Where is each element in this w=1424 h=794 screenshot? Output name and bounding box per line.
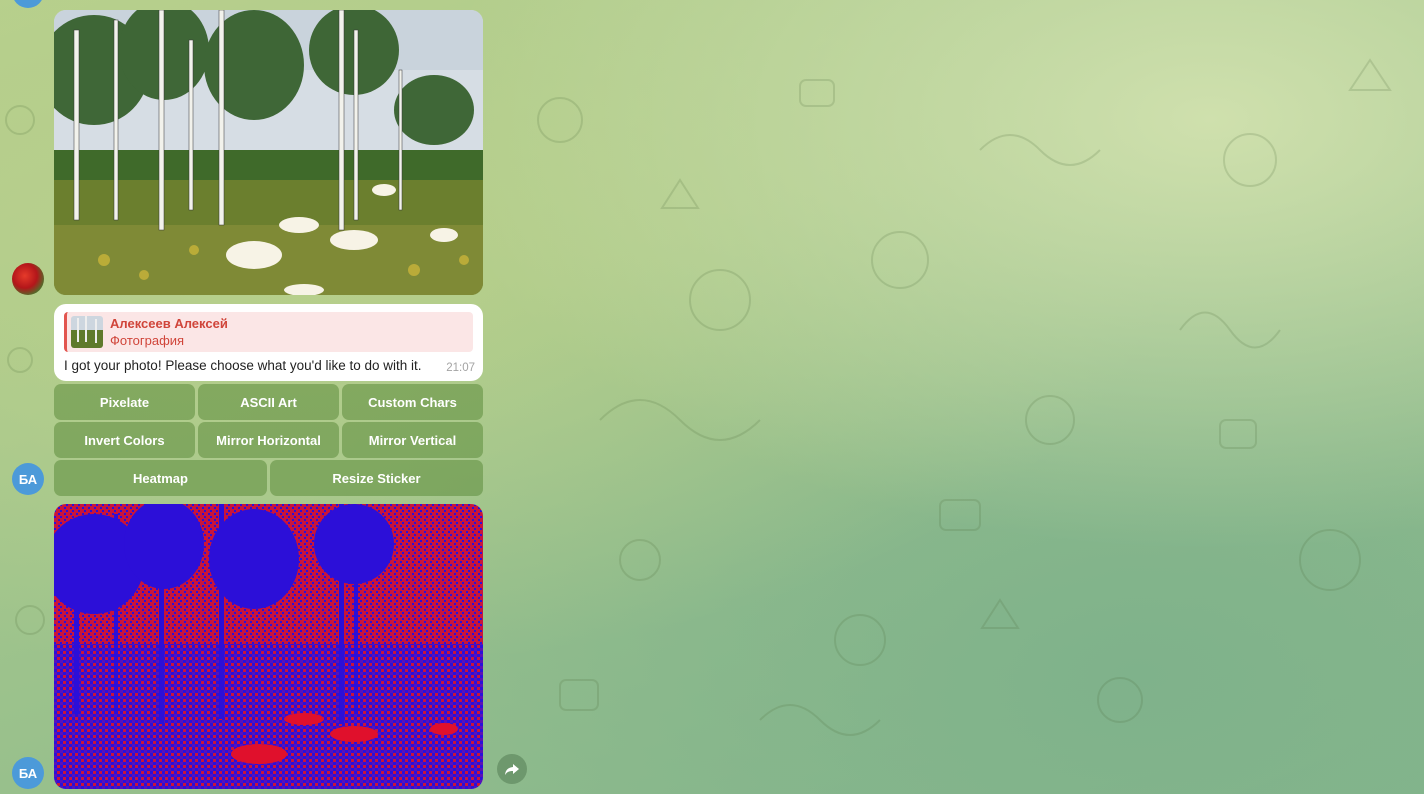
reply-caption: Фотография [110,333,185,348]
bot-avatar-2[interactable]: БА [12,757,44,789]
sender-avatar[interactable] [12,263,44,295]
ascii-art-button[interactable]: ASCII Art [198,384,339,420]
birch-meadow-photo [54,10,483,295]
reply-author: Алексеев Алексей [110,316,228,331]
processed-photo[interactable] [54,504,483,789]
bot-avatar-top [12,0,44,8]
reply-thumbnail [71,316,103,348]
heatmap-button[interactable]: Heatmap [54,460,267,496]
message-time: 21:07 [446,362,475,374]
mirror-vertical-button[interactable]: Mirror Vertical [342,422,483,458]
original-photo[interactable] [54,10,483,295]
bot-message: Алексеев Алексей Фотография I got your p… [54,304,483,381]
custom-chars-button[interactable]: Custom Chars [342,384,483,420]
bot-avatar[interactable]: БА [12,463,44,495]
resize-sticker-button[interactable]: Resize Sticker [270,460,483,496]
pixelate-button[interactable]: Pixelate [54,384,195,420]
mirror-horizontal-button[interactable]: Mirror Horizontal [198,422,339,458]
forward-button[interactable] [497,754,527,784]
invert-colors-button[interactable]: Invert Colors [54,422,195,458]
message-text: I got your photo! Please choose what you… [64,358,422,373]
reply-quote[interactable]: Алексеев Алексей Фотография [64,312,473,352]
heatmap-photo [54,504,483,789]
forward-icon [505,764,519,775]
